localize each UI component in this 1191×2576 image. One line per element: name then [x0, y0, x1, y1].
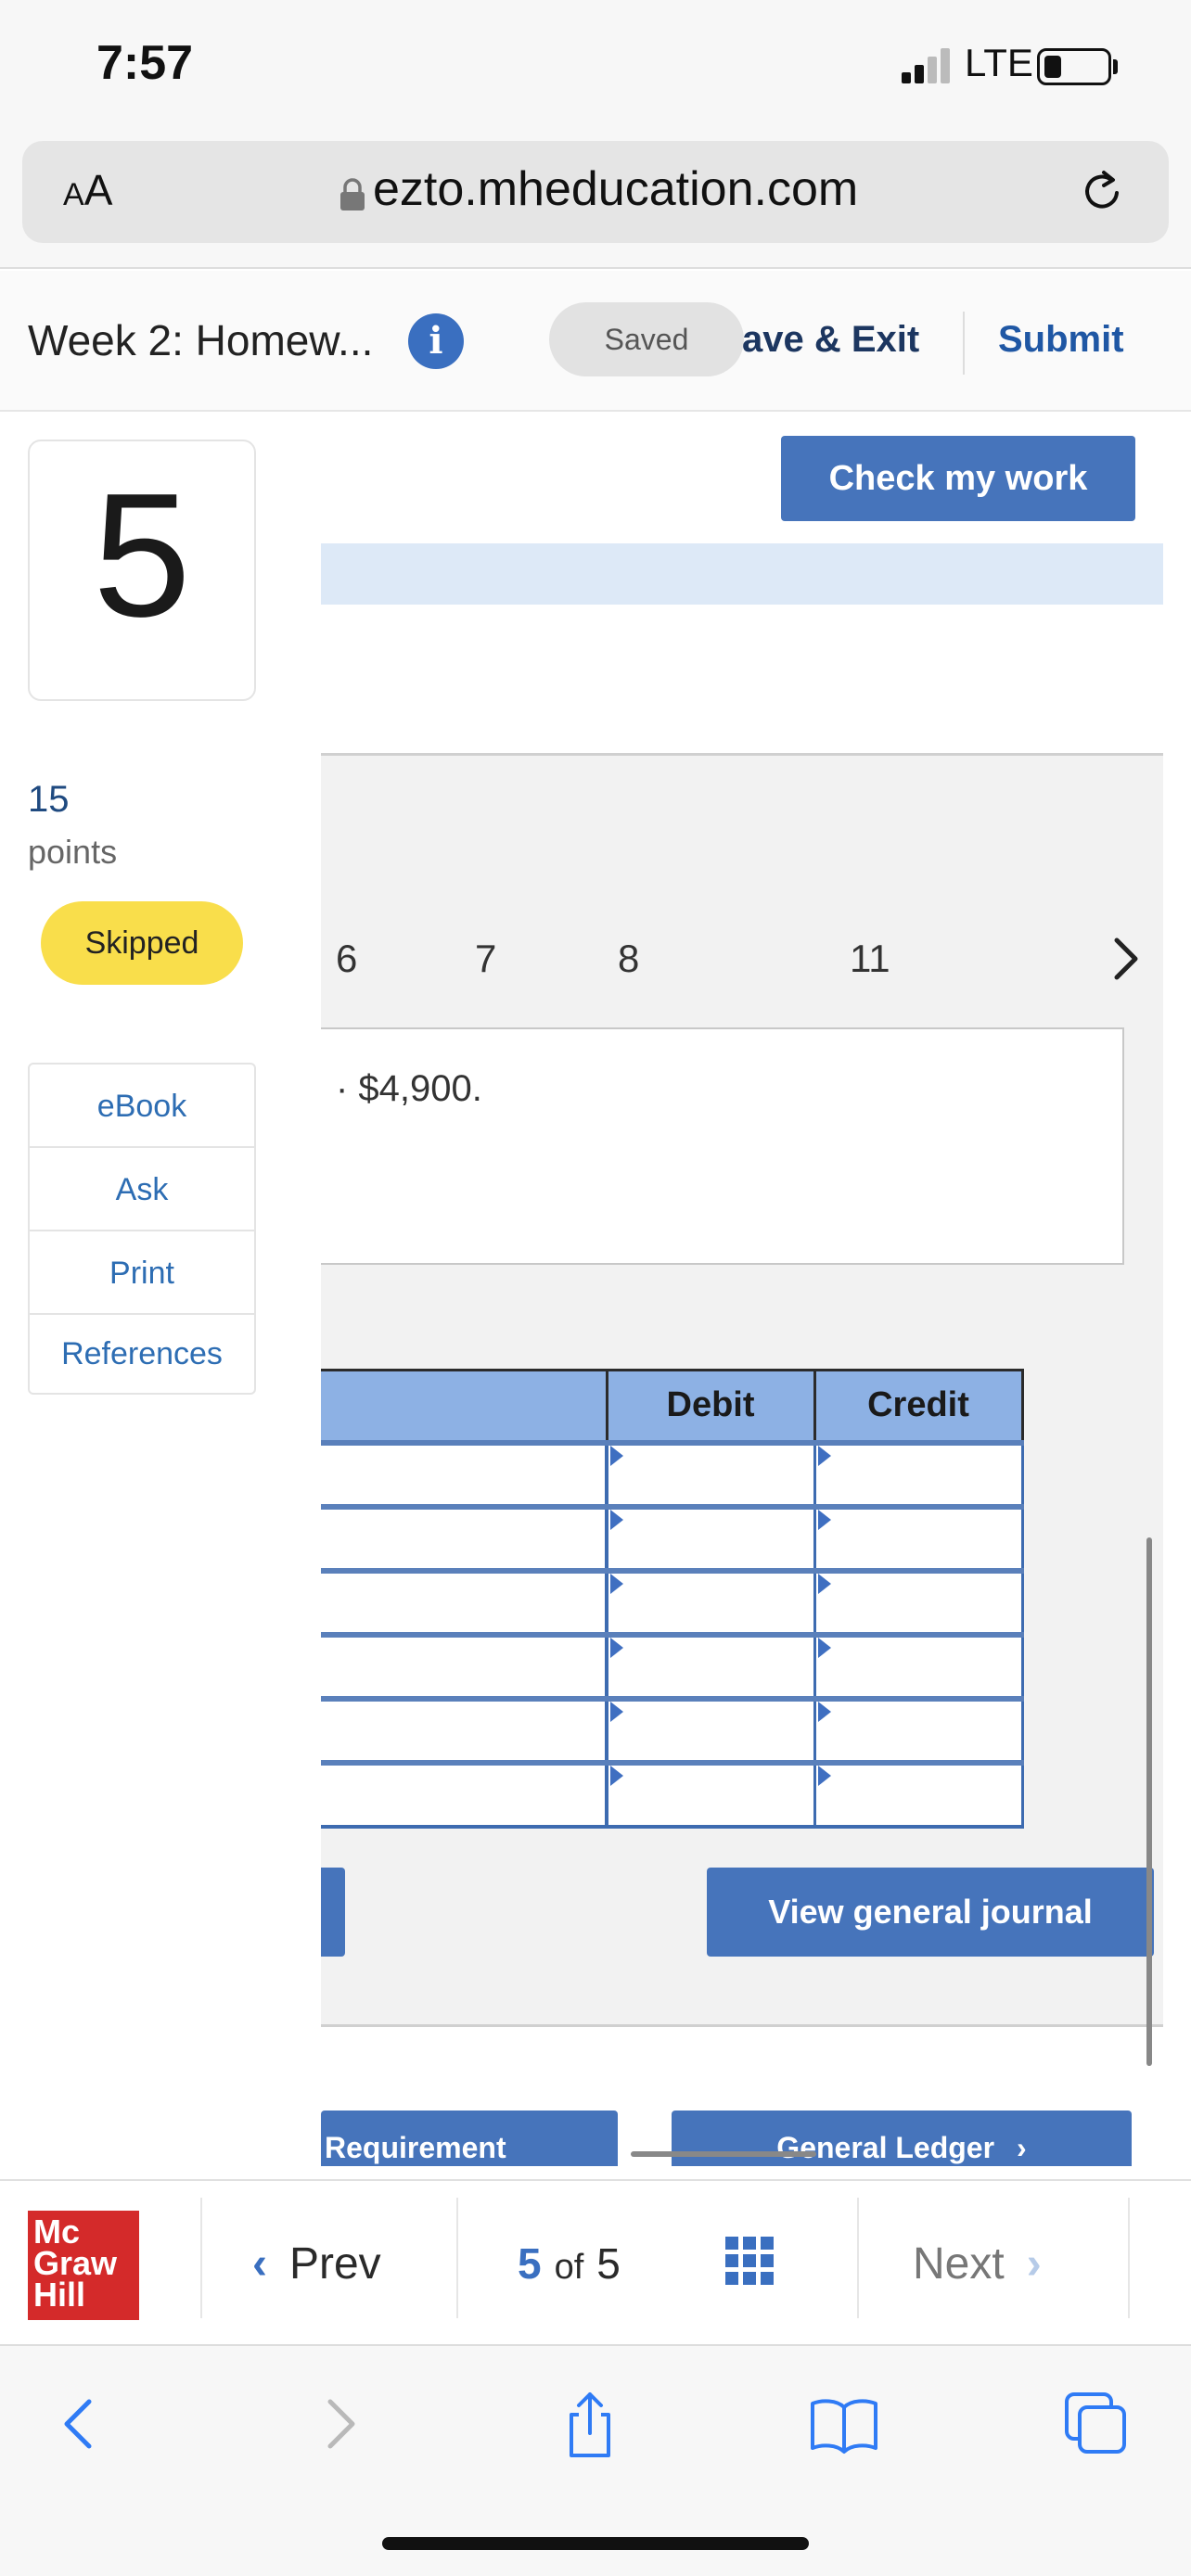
comment-marker-icon: [817, 1509, 831, 1530]
record-entry-button[interactable]: [321, 1868, 345, 1957]
saved-badge: Saved: [549, 302, 744, 376]
submit-button[interactable]: Submit: [998, 319, 1124, 361]
table-row: [321, 1695, 1024, 1763]
references-link[interactable]: References: [30, 1315, 254, 1393]
points-value: 15: [28, 779, 70, 820]
comment-marker-icon: [610, 1445, 623, 1466]
journal-entry-table: Debit Credit: [321, 1369, 1024, 1829]
view-general-journal-button[interactable]: View general journal: [707, 1868, 1154, 1957]
comment-marker-icon: [610, 1765, 623, 1786]
vertical-scrollbar[interactable]: [1146, 1537, 1152, 2066]
battery-icon: [1037, 48, 1111, 85]
nav-divider: [456, 2198, 458, 2318]
credit-cell[interactable]: [814, 1439, 1024, 1507]
network-label: LTE: [965, 41, 1033, 84]
account-cell[interactable]: [321, 1567, 608, 1635]
question-grid-icon[interactable]: [724, 2235, 775, 2287]
lock-icon: [340, 178, 365, 210]
text-size-button[interactable]: AA: [63, 165, 112, 215]
battery-tip: [1113, 59, 1118, 74]
status-time: 7:57: [96, 36, 194, 90]
general-ledger-label: General Ledger: [776, 2131, 995, 2164]
account-cell[interactable]: [321, 1759, 608, 1829]
debit-cell[interactable]: [607, 1503, 816, 1571]
ebook-link[interactable]: eBook: [30, 1065, 254, 1148]
table-row: [321, 1503, 1024, 1571]
chevron-right-icon: ›: [1026, 2239, 1042, 2289]
credit-cell[interactable]: [814, 1567, 1024, 1635]
info-icon[interactable]: i: [408, 313, 464, 369]
credit-header: Credit: [814, 1369, 1024, 1444]
general-ledger-button[interactable]: General Ledger ›: [672, 2111, 1132, 2166]
comment-marker-icon: [610, 1637, 623, 1658]
debit-cell[interactable]: [607, 1567, 816, 1635]
comment-marker-icon: [817, 1701, 831, 1722]
share-icon[interactable]: [553, 2387, 627, 2461]
prev-button[interactable]: ‹ Prev: [252, 2238, 381, 2289]
forward-icon[interactable]: [302, 2387, 377, 2461]
back-icon[interactable]: [43, 2387, 117, 2461]
credit-cell[interactable]: [814, 1631, 1024, 1699]
print-link[interactable]: Print: [30, 1231, 254, 1315]
save-exit-button[interactable]: ave & Exit: [742, 319, 919, 361]
header-divider: [963, 312, 965, 375]
nav-divider: [1128, 2198, 1130, 2318]
tab-6[interactable]: 6: [336, 937, 357, 981]
chevron-right-icon[interactable]: [1109, 935, 1143, 983]
question-number: 5: [93, 457, 191, 654]
comment-marker-icon: [610, 1573, 623, 1594]
comment-marker-icon: [817, 1637, 831, 1658]
credit-cell[interactable]: [814, 1759, 1024, 1829]
comment-marker-icon: [610, 1509, 623, 1530]
url-text[interactable]: ezto.mheducation.com: [373, 161, 858, 217]
account-cell[interactable]: [321, 1439, 608, 1507]
bookmarks-icon[interactable]: [807, 2387, 881, 2461]
credit-cell[interactable]: [814, 1503, 1024, 1571]
tab-7[interactable]: 7: [475, 937, 496, 981]
account-cell[interactable]: [321, 1503, 608, 1571]
table-row: [321, 1759, 1024, 1829]
question-tools: eBook Ask Print References: [28, 1063, 256, 1395]
account-header: [321, 1369, 608, 1444]
debit-cell[interactable]: [607, 1631, 816, 1699]
status-badge: Skipped: [41, 901, 243, 985]
cellular-signal-icon: [902, 48, 950, 83]
mcgraw-hill-logo: Mc Graw Hill: [28, 2211, 139, 2320]
requirement-button[interactable]: Requirement: [321, 2111, 618, 2166]
debit-cell[interactable]: [607, 1759, 816, 1829]
tab-8[interactable]: 8: [618, 937, 639, 981]
account-cell[interactable]: [321, 1631, 608, 1699]
instruction-band: [321, 543, 1163, 605]
transaction-box: [321, 1027, 1124, 1265]
tab-11[interactable]: 11: [850, 937, 890, 981]
nav-divider: [857, 2198, 859, 2318]
account-cell[interactable]: [321, 1695, 608, 1763]
chevron-left-icon: ‹: [252, 2239, 267, 2289]
comment-marker-icon: [817, 1445, 831, 1466]
table-row: [321, 1631, 1024, 1699]
reload-icon[interactable]: [1076, 165, 1128, 217]
debit-header: Debit: [607, 1369, 816, 1444]
chevron-right-icon: ›: [1017, 2131, 1027, 2164]
table-row: [321, 1567, 1024, 1635]
table-row: [321, 1439, 1024, 1507]
points-label: points: [28, 833, 118, 871]
ask-link[interactable]: Ask: [30, 1148, 254, 1231]
next-button[interactable]: Next ›: [913, 2238, 1042, 2289]
requirement-tabs: Requirement General Ledger ›: [321, 2111, 1191, 2166]
nav-divider: [200, 2198, 202, 2318]
debit-cell[interactable]: [607, 1439, 816, 1507]
credit-cell[interactable]: [814, 1695, 1024, 1763]
comment-marker-icon: [817, 1573, 831, 1594]
check-my-work-button[interactable]: Check my work: [781, 436, 1135, 521]
horizontal-scrollbar[interactable]: [631, 2151, 816, 2157]
comment-marker-icon: [610, 1701, 623, 1722]
home-indicator: [382, 2537, 809, 2550]
comment-marker-icon: [817, 1765, 831, 1786]
page-indicator: 5 of 5: [518, 2239, 621, 2288]
assignment-title: Week 2: Homew...: [28, 316, 374, 364]
debit-cell[interactable]: [607, 1695, 816, 1763]
tabs-icon[interactable]: [1057, 2387, 1132, 2461]
transaction-text: · $4,900.: [336, 1068, 482, 1109]
